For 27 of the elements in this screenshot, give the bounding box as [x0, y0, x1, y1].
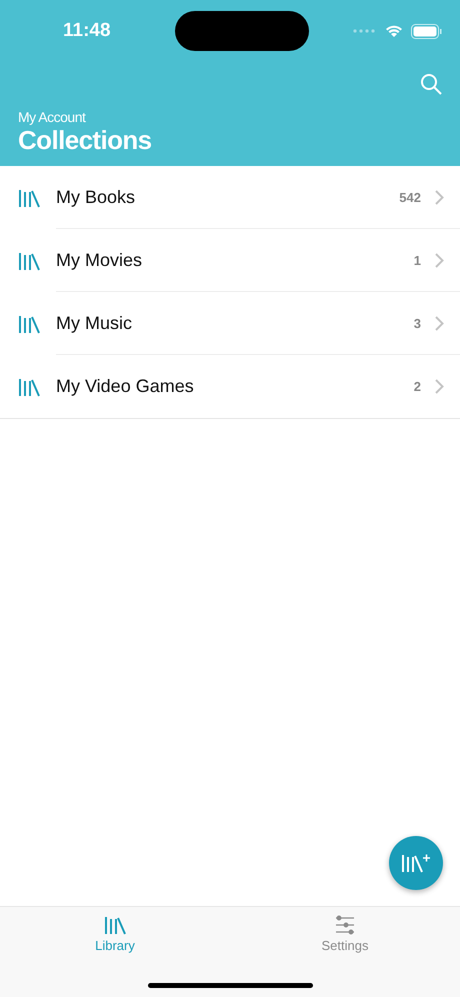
- battery-icon: [410, 24, 442, 38]
- collection-name[interactable]: My Video Games: [56, 376, 414, 397]
- item-count: 3: [414, 316, 421, 330]
- chevron-icon: [435, 316, 444, 330]
- header-title: Collections: [18, 125, 153, 156]
- header-subtitle: My Account: [18, 109, 87, 125]
- collection-name[interactable]: My Movies: [56, 250, 414, 270]
- collection-name[interactable]: My Books: [56, 186, 400, 208]
- item-count: 1: [414, 252, 421, 268]
- library-icon: [18, 314, 40, 334]
- chevron-icon: [435, 379, 444, 394]
- library-icon: [18, 376, 40, 396]
- chevron-icon: [435, 252, 444, 268]
- add-collection-button[interactable]: [389, 836, 443, 890]
- item-count: 542: [399, 190, 421, 204]
- library-icon: [18, 250, 40, 270]
- library-icon: [104, 915, 126, 935]
- add-library-icon: [401, 853, 431, 873]
- collection-name[interactable]: My Music: [56, 312, 414, 334]
- item-count: 2: [414, 379, 421, 394]
- sliders-icon: [335, 915, 355, 935]
- wifi-icon: [384, 24, 403, 38]
- search-icon[interactable]: [420, 73, 442, 95]
- chevron-icon: [435, 190, 444, 204]
- status-time: 11:48: [63, 20, 111, 42]
- signal-icon: [352, 29, 377, 33]
- library-icon: [18, 188, 40, 208]
